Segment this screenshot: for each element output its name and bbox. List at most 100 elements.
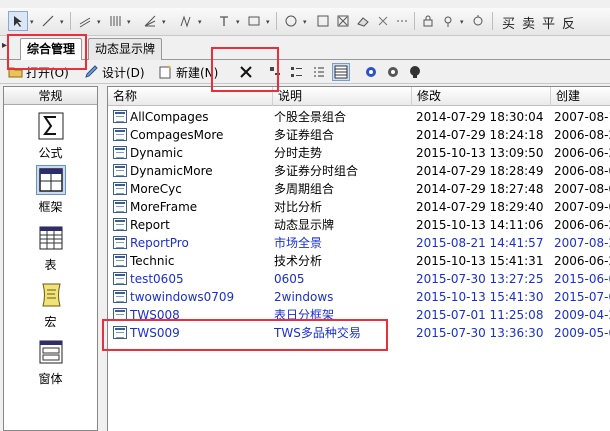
cell-name: DynamicMore bbox=[130, 164, 213, 178]
cycle-tool-icon[interactable] bbox=[176, 11, 196, 31]
cell-name: MoreFrame bbox=[130, 200, 198, 214]
frame-file-icon bbox=[113, 272, 127, 285]
cell-modified: 2015-07-01 11:25:08 bbox=[416, 308, 544, 322]
ellipse-tool-icon[interactable] bbox=[281, 11, 301, 31]
cell-created: 2006-06-2 bbox=[554, 146, 610, 160]
column-header-description[interactable]: 说明 bbox=[273, 87, 412, 106]
cell-created: 2007-08-0 bbox=[554, 182, 610, 196]
buy-button[interactable]: 买 bbox=[502, 13, 515, 32]
table-row[interactable]: ReportPro 市场全景 2015-08-21 14:41:57 2007-08-… bbox=[108, 234, 610, 252]
clear-all-icon[interactable] bbox=[373, 11, 393, 31]
frame-file-icon bbox=[113, 182, 127, 195]
cell-created: 2009-04-2 bbox=[554, 308, 610, 322]
tab-dynamic-display[interactable]: 动态显示牌 bbox=[88, 38, 163, 60]
eraser-icon[interactable] bbox=[353, 11, 373, 31]
cell-description: 动态显示牌 bbox=[274, 218, 335, 232]
vertical-lines-icon[interactable] bbox=[105, 11, 125, 31]
cell-name: CompagesMore bbox=[130, 128, 224, 142]
column-header-created[interactable]: 创建 bbox=[551, 87, 610, 106]
repeat-draw-icon[interactable] bbox=[468, 11, 488, 31]
cell-modified: 2014-07-29 18:24:18 bbox=[416, 128, 544, 142]
large-icons-view-icon[interactable] bbox=[266, 63, 284, 81]
fan-tool-icon[interactable] bbox=[140, 11, 160, 31]
category-frame[interactable]: 框架 bbox=[4, 165, 97, 215]
category-macro[interactable]: 宏 bbox=[4, 280, 97, 330]
rectangle-tool-icon[interactable] bbox=[244, 11, 264, 31]
column-header-modified[interactable]: 修改 bbox=[412, 87, 551, 106]
panel-pin-icon[interactable]: ▸ bbox=[2, 40, 7, 51]
select-arrow-icon[interactable] bbox=[8, 11, 28, 31]
list-view-icon[interactable] bbox=[310, 63, 328, 81]
cell-modified: 2015-10-13 15:41:30 bbox=[416, 290, 544, 304]
channel-tool-icon[interactable] bbox=[75, 11, 95, 31]
macro-scroll-icon bbox=[36, 280, 66, 310]
design-button[interactable]: 设计(D) bbox=[84, 62, 145, 82]
window-form-icon bbox=[36, 337, 66, 367]
dropdown-arrow-icon[interactable]: ▾ bbox=[60, 17, 68, 27]
table-row[interactable]: DynamicMore 多证券分时组合 2014-07-29 18:28:49 200… bbox=[108, 162, 610, 180]
dropdown-arrow-icon[interactable]: ▾ bbox=[266, 17, 274, 27]
dropdown-arrow-icon[interactable]: ▾ bbox=[30, 17, 38, 27]
settings-gear-icon[interactable] bbox=[362, 63, 380, 81]
drawing-toolbar: ▾ ▾ ▾ ▾ ▾ ▾ ▾ ▾ ▾ ▾ 买 卖 平 反 bbox=[0, 8, 610, 36]
pencil-icon bbox=[84, 64, 100, 80]
line-tool-icon[interactable] bbox=[38, 11, 58, 31]
category-label: 窗体 bbox=[38, 372, 63, 386]
frame-file-icon bbox=[113, 218, 127, 231]
dash-tool-icon[interactable] bbox=[392, 11, 412, 31]
dropdown-arrow-icon[interactable]: ▾ bbox=[236, 17, 244, 27]
category-form[interactable]: 窗体 bbox=[4, 337, 97, 387]
table-row[interactable]: Report 动态显示牌 2015-10-13 14:11:06 2006-06-2 bbox=[108, 216, 610, 234]
new-button[interactable]: 新建(N) bbox=[158, 62, 218, 82]
cell-description: 0605 bbox=[274, 272, 305, 286]
text-tool-icon[interactable] bbox=[214, 11, 234, 31]
delete-shape-icon[interactable] bbox=[333, 11, 353, 31]
frame-file-icon bbox=[113, 254, 127, 267]
cell-name: twowindows0709 bbox=[130, 290, 235, 304]
column-header-name[interactable]: 名称 bbox=[108, 87, 273, 106]
cell-name: Technic bbox=[130, 254, 175, 268]
table-row[interactable]: Technic 技术分析 2015-10-13 15:41:31 2006-06-2 bbox=[108, 252, 610, 270]
category-formula[interactable]: 公式 bbox=[4, 111, 97, 161]
category-panel: 常规 公式 框架 表 宏 窗体 bbox=[3, 86, 98, 431]
table-row[interactable]: MoreFrame 对比分析 2014-07-29 18:29:40 2007-09-… bbox=[108, 198, 610, 216]
cell-modified: 2015-10-13 13:09:50 bbox=[416, 146, 544, 160]
pin-drawing-icon[interactable] bbox=[438, 11, 458, 31]
square-tool-icon[interactable] bbox=[313, 11, 333, 31]
delete-icon[interactable] bbox=[237, 63, 255, 81]
reverse-position-button[interactable]: 反 bbox=[562, 13, 575, 32]
category-table[interactable]: 表 bbox=[4, 223, 97, 273]
lock-drawing-icon[interactable] bbox=[418, 11, 438, 31]
cell-description: 2windows bbox=[274, 290, 334, 304]
cell-created: 2006-08-0 bbox=[554, 164, 610, 178]
table-row[interactable]: Dynamic 分时走势 2015-10-13 13:09:50 2006-06-2 bbox=[108, 144, 610, 162]
open-button[interactable]: 打开(O) bbox=[8, 62, 69, 82]
table-row[interactable]: CompagesMore 多证券组合 2014-07-29 18:24:18 2006… bbox=[108, 126, 610, 144]
dropdown-arrow-icon[interactable]: ▾ bbox=[162, 17, 170, 27]
dropdown-arrow-icon[interactable]: ▾ bbox=[97, 17, 105, 27]
help-icon[interactable] bbox=[406, 63, 424, 81]
details-view-icon[interactable] bbox=[332, 63, 350, 81]
tab-comprehensive-management[interactable]: 综合管理 bbox=[20, 38, 83, 61]
dropdown-arrow-icon[interactable]: ▾ bbox=[127, 17, 135, 27]
close-position-button[interactable]: 平 bbox=[542, 13, 555, 32]
cell-created: 2007-08-2 bbox=[554, 236, 610, 250]
table-row[interactable]: TWS009 TWS多品种交易 2015-07-30 13:36:30 2009-05… bbox=[108, 324, 610, 342]
dropdown-arrow-icon[interactable]: ▾ bbox=[198, 17, 206, 27]
cell-modified: 2014-07-29 18:30:04 bbox=[416, 110, 544, 124]
table-row[interactable]: MoreCyc 多周期组合 2014-07-29 18:27:48 2007-08-0 bbox=[108, 180, 610, 198]
table-row[interactable]: AllCompages 个股全景组合 2014-07-29 18:30:04 2007… bbox=[108, 108, 610, 126]
options-gear-icon[interactable] bbox=[384, 63, 402, 81]
category-label: 表 bbox=[44, 258, 57, 272]
dropdown-arrow-icon[interactable]: ▾ bbox=[460, 17, 468, 27]
cell-name: ReportPro bbox=[130, 236, 189, 250]
cell-created: 2006-08-2 bbox=[554, 128, 610, 142]
design-label: 设计(D) bbox=[102, 65, 145, 80]
frame-file-icon bbox=[113, 164, 127, 177]
table-row[interactable]: twowindows0709 2windows 2015-10-13 15:41:3… bbox=[108, 288, 610, 306]
table-row[interactable]: test0605 0605 2015-07-30 13:27:25 2015-06-0 bbox=[108, 270, 610, 288]
table-row[interactable]: TWS008 表日分框架 2015-07-01 11:25:08 2009-04-2 bbox=[108, 306, 610, 324]
dropdown-arrow-icon[interactable]: ▾ bbox=[303, 17, 311, 27]
sell-button[interactable]: 卖 bbox=[522, 13, 535, 32]
small-icons-view-icon[interactable] bbox=[288, 63, 306, 81]
